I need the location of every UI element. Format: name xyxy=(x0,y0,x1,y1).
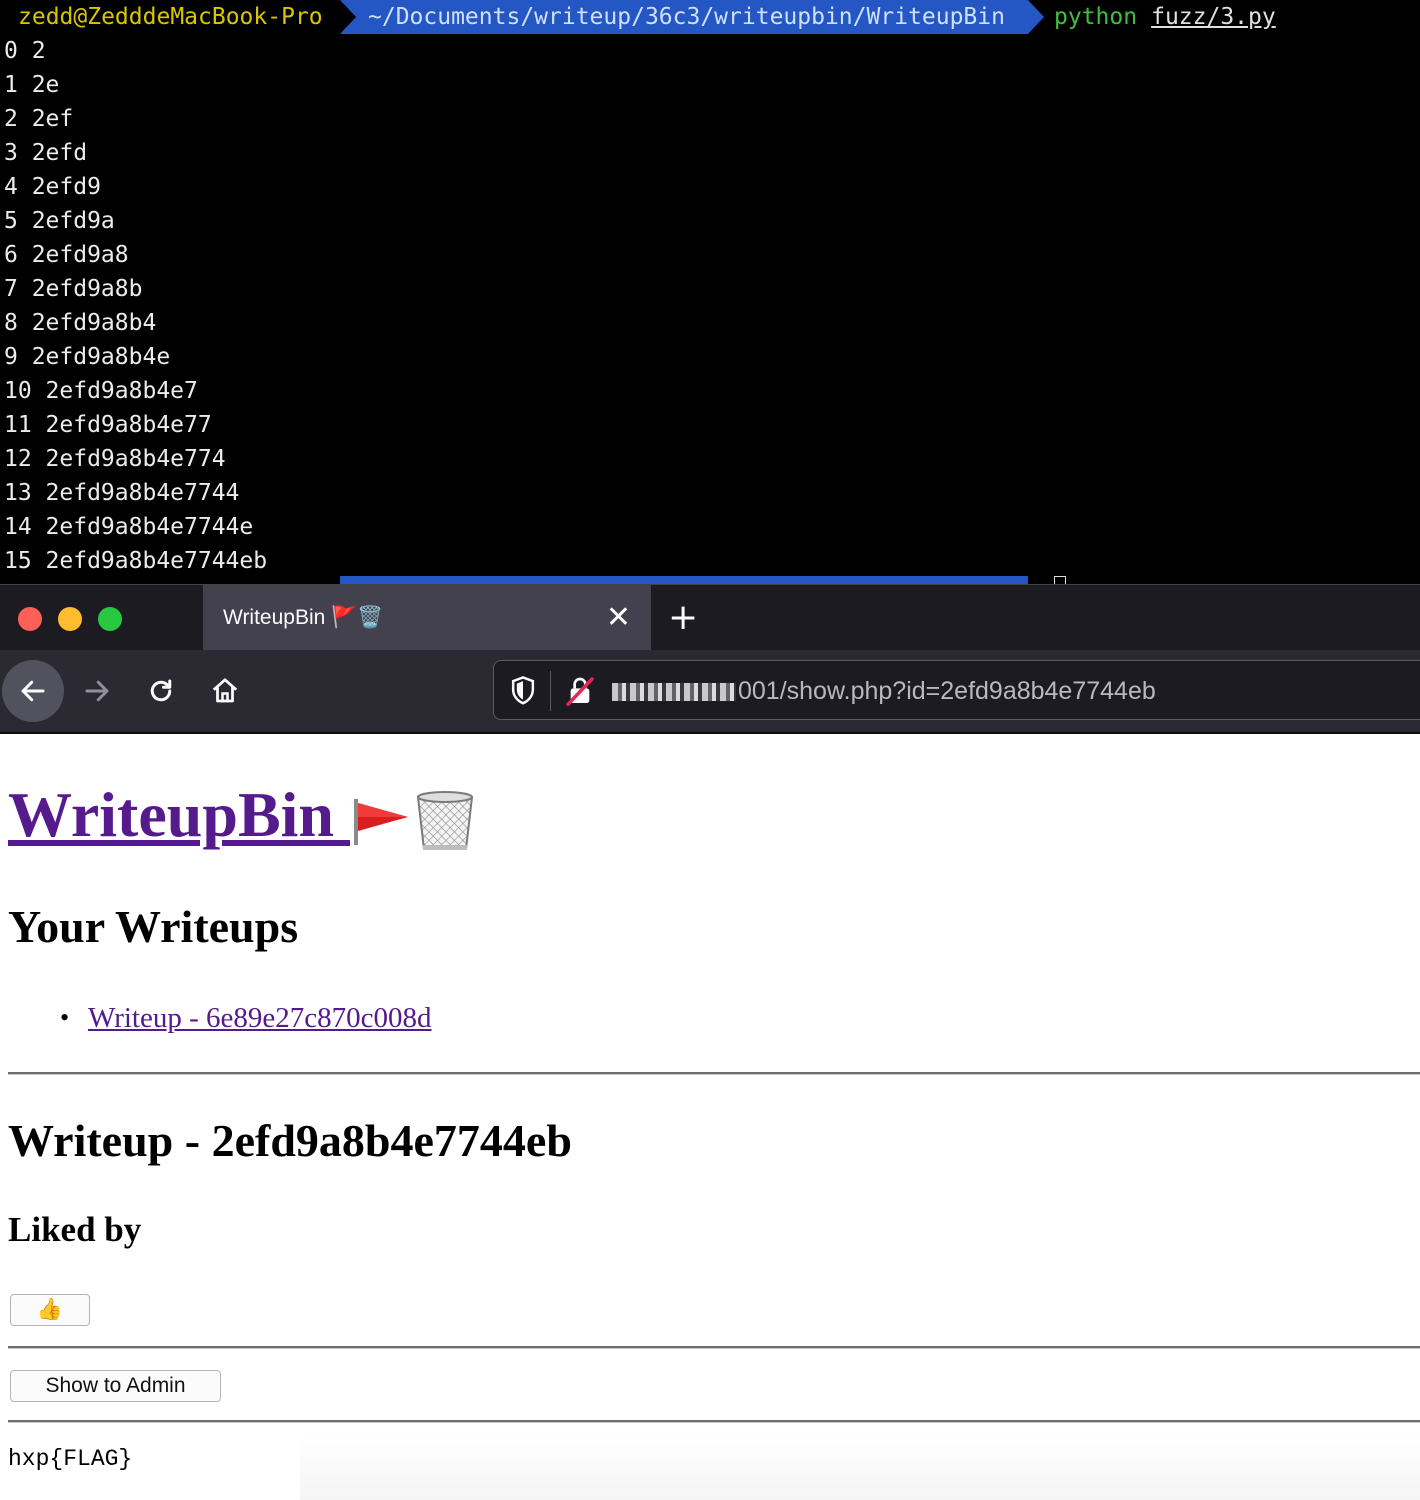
home-button[interactable] xyxy=(194,660,256,722)
output-line: 7 2efd9a8b xyxy=(4,276,143,302)
tab-writeupbin[interactable]: WriteupBin 🚩🗑️ ✕ xyxy=(203,585,651,651)
window-zoom-button[interactable] xyxy=(98,607,122,631)
bottom-shadow xyxy=(300,1434,1420,1500)
reload-icon xyxy=(150,679,172,702)
output-line: 11 2efd9a8b4e77 xyxy=(4,412,212,438)
browser-tab-bar: WriteupBin 🚩🗑️ ✕ + xyxy=(0,584,1420,651)
output-line: 6 2efd9a8 xyxy=(4,242,129,268)
writeup-heading: Writeup - 2efd9a8b4e7744eb xyxy=(8,1115,572,1166)
reload-button[interactable] xyxy=(130,660,192,722)
wastebasket-icon xyxy=(416,791,474,851)
tab-close-icon[interactable]: ✕ xyxy=(606,585,631,651)
output-line: 15 2efd9a8b4e7744eb xyxy=(4,548,268,574)
site-title-text: WriteupBin xyxy=(8,779,334,850)
your-writeups-heading: Your Writeups xyxy=(8,901,299,952)
tab-title: WriteupBin 🚩🗑️ xyxy=(223,606,384,629)
back-button[interactable] xyxy=(2,660,64,722)
site-title-link[interactable]: WriteupBin xyxy=(8,778,478,853)
page-content: WriteupBin Your Writeups Writeup - 6e89e… xyxy=(0,734,1420,1500)
prompt-command: python fuzz/3.py xyxy=(1054,0,1276,34)
terminal-prompt: zedd@ZedddeMacBook-Pro ~/Documents/write… xyxy=(0,0,1420,34)
output-line: 12 2efd9a8b4e774 xyxy=(4,446,226,472)
output-line: 2 2ef xyxy=(4,106,74,132)
divider xyxy=(8,1420,1420,1423)
url-separator xyxy=(550,671,551,711)
show-to-admin-button[interactable]: Show to Admin xyxy=(10,1370,221,1402)
output-line: 0 2 xyxy=(4,38,46,64)
back-arrow-icon xyxy=(21,680,45,702)
prompt-arrow xyxy=(1028,0,1044,34)
output-line: 4 2efd9 xyxy=(4,174,101,200)
red-flag-icon xyxy=(354,799,408,846)
command-arg: fuzz/3.py xyxy=(1151,4,1276,30)
like-button[interactable]: 👍 xyxy=(10,1294,90,1326)
divider xyxy=(8,1072,1420,1075)
output-line: 9 2efd9a8b4e xyxy=(4,344,171,370)
flag-text: hxp{FLAG} xyxy=(8,1446,133,1472)
window-minimize-button[interactable] xyxy=(58,607,82,631)
forward-arrow-icon xyxy=(85,680,109,702)
next-prompt-path-bar xyxy=(340,576,1028,584)
new-tab-button[interactable]: + xyxy=(668,585,698,651)
prompt-user: zedd@ZedddeMacBook-Pro xyxy=(0,0,340,34)
forward-button[interactable] xyxy=(66,660,128,722)
command-python: python xyxy=(1054,4,1138,30)
home-icon xyxy=(212,678,238,703)
browser-nav-bar: 001/show.php?id=2efd9a8b4e7744eb xyxy=(0,650,1420,734)
insecure-lock-icon[interactable] xyxy=(564,675,596,707)
output-line: 14 2efd9a8b4e7744e xyxy=(4,514,254,540)
terminal-next-prompt xyxy=(0,576,1420,584)
output-line: 5 2efd9a xyxy=(4,208,115,234)
output-line: 3 2efd xyxy=(4,140,88,166)
terminal-output: 0 2 1 2e 2 2ef 3 2efd 4 2efd9 5 2efd9a 6… xyxy=(0,34,1420,578)
writeup-link[interactable]: Writeup - 6e89e27c870c008d xyxy=(88,1002,432,1034)
prompt-path: ~/Documents/writeup/36c3/writeupbin/Writ… xyxy=(340,0,1028,34)
terminal-cursor xyxy=(1054,576,1066,584)
window-close-button[interactable] xyxy=(18,607,42,631)
output-line: 1 2e xyxy=(4,72,60,98)
url-redacted-host xyxy=(612,683,736,701)
list-item: Writeup - 6e89e27c870c008d xyxy=(60,998,432,1038)
writeups-list: Writeup - 6e89e27c870c008d xyxy=(60,998,432,1038)
output-line: 8 2efd9a8b4 xyxy=(4,310,157,336)
output-line: 10 2efd9a8b4e7 xyxy=(4,378,198,404)
terminal-window[interactable]: zedd@ZedddeMacBook-Pro ~/Documents/write… xyxy=(0,0,1420,584)
output-line: 13 2efd9a8b4e7744 xyxy=(4,480,240,506)
divider xyxy=(8,1346,1420,1349)
shield-icon[interactable] xyxy=(508,675,538,707)
url-text[interactable]: 001/show.php?id=2efd9a8b4e7744eb xyxy=(738,661,1156,721)
url-bar[interactable]: 001/show.php?id=2efd9a8b4e7744eb xyxy=(493,660,1420,720)
liked-by-heading: Liked by xyxy=(8,1210,142,1249)
